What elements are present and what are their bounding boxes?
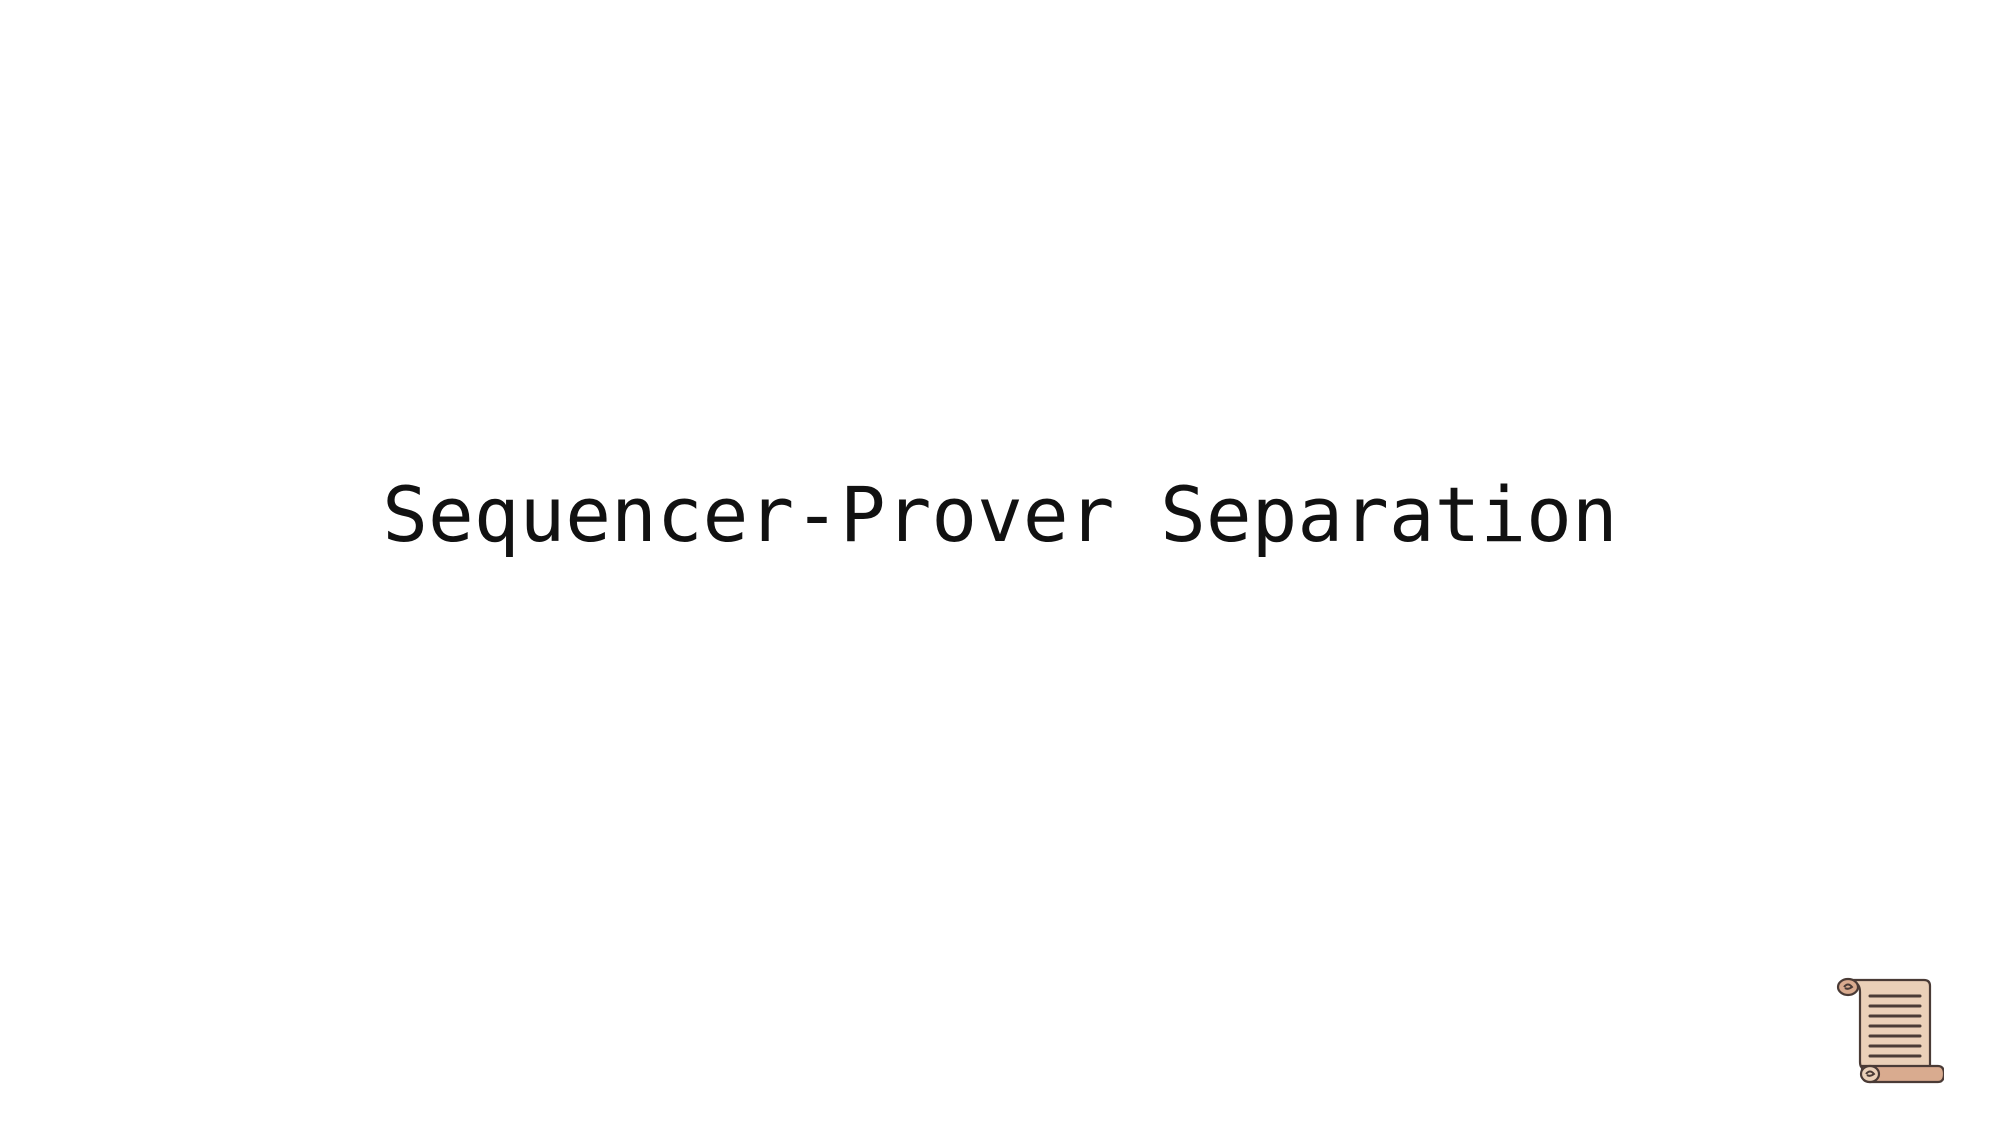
scroll-icon bbox=[1836, 977, 1944, 1084]
slide: Sequencer-Prover Separation bbox=[0, 0, 2000, 1125]
slide-title: Sequencer-Prover Separation bbox=[382, 470, 1618, 559]
